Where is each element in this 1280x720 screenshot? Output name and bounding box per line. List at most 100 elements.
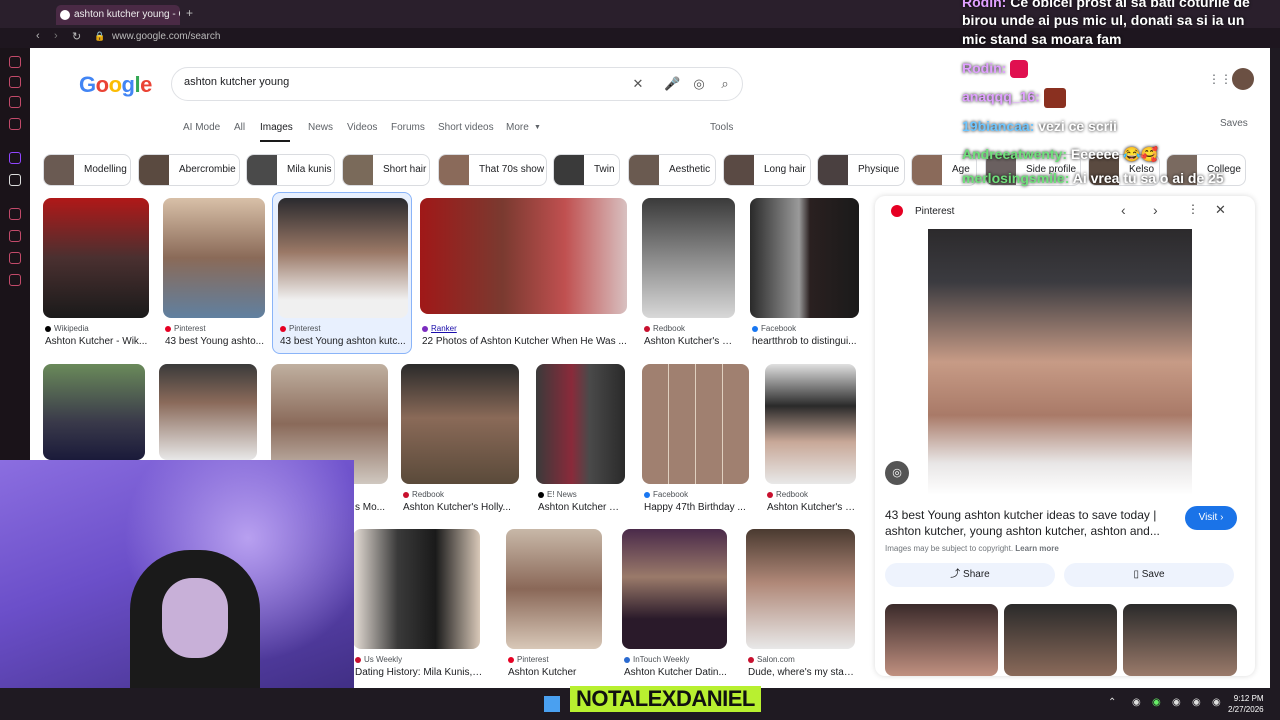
lens-icon[interactable]: ◎ [691,76,707,92]
result-thumbnail[interactable] [278,198,408,318]
discord-icon[interactable]: ◉ [1132,697,1141,708]
result-title[interactable]: Ashton Kutcher [508,667,602,678]
chip-mila-kunis[interactable]: Mila kunis [246,154,335,186]
result-title[interactable]: heartthrob to distingui... [752,336,859,347]
result-source: E! News [538,490,577,499]
network-icon[interactable]: ◉ [1152,697,1161,708]
chip-physique[interactable]: Physique [817,154,905,186]
chip-that-70s-show[interactable]: That 70s show [438,154,547,186]
related-image[interactable] [885,604,998,676]
chip-long-hair[interactable]: Long hair [723,154,811,186]
result-title[interactable]: 43 best Young ashto... [165,336,265,347]
extensions-icon[interactable] [9,252,21,264]
taskbar-clock[interactable]: 9:12 PM 2/27/2026 [1228,693,1264,715]
search-input[interactable] [184,76,604,88]
result-thumbnail[interactable] [420,198,627,314]
result-thumbnail[interactable] [163,198,265,318]
back-icon[interactable]: ‹ [36,30,40,42]
tab-short-videos[interactable]: Short videos [438,122,494,133]
x-icon[interactable] [9,174,21,186]
chip-label: Mila kunis [287,164,332,175]
more-options-icon[interactable]: ⋮ [1187,202,1199,216]
share-button[interactable]: ⤴ Share [885,563,1055,587]
chip-thumb [912,155,942,185]
tab-all[interactable]: All [234,122,245,133]
result-title[interactable]: Ashton Kutcher's H... [644,336,735,347]
learn-more-link[interactable]: Learn more [1015,544,1059,553]
result-thumbnail[interactable] [746,529,855,649]
tray-chevron-icon[interactable]: ⌃ [1108,697,1116,708]
forward-icon[interactable]: › [54,30,58,42]
result-thumbnail[interactable] [622,529,727,649]
history-icon[interactable] [9,56,21,68]
tab-forums[interactable]: Forums [391,122,425,133]
result-title[interactable]: 43 best Young ashton kutc... [280,336,408,347]
search-box[interactable]: ✕ 🎤 ◎ ⌕ [171,67,743,101]
result-thumbnail[interactable] [506,529,602,649]
aria-icon[interactable] [9,76,21,88]
tab-more[interactable]: More [506,122,529,133]
result-title[interactable]: Ashton Kutcher - Wik... [45,336,149,347]
chat-message: Andreeatwenty: Eeeeee 😂🥰 [962,146,1158,162]
result-title[interactable]: Ashton Kutcher's H... [767,502,856,513]
result-title[interactable]: Ashton Kutcher Datin... [624,667,727,678]
lens-search-icon[interactable]: ◎ [885,461,909,485]
result-thumbnail[interactable] [765,364,856,484]
google-logo[interactable]: Google [79,72,152,98]
clock-icon[interactable] [9,230,21,242]
result-title[interactable]: Dude, where's my star?... [748,667,855,678]
battery-icon[interactable]: ◉ [1212,697,1221,708]
chip-short-hair[interactable]: Short hair [342,154,430,186]
chip-abercrombie[interactable]: Abercrombie [138,154,240,186]
windows-start-icon[interactable] [544,696,560,712]
result-thumbnail[interactable] [43,198,149,318]
result-thumbnail[interactable] [642,364,749,484]
panel-source[interactable]: Pinterest [915,206,954,217]
result-thumbnail[interactable] [642,198,735,318]
microphone-tray-icon[interactable]: ◉ [1172,697,1181,708]
previous-icon[interactable]: ‹ [1121,202,1126,218]
microphone-icon[interactable]: 🎤 [664,76,680,92]
result-thumbnail[interactable] [159,364,257,460]
next-icon[interactable]: › [1153,202,1158,218]
preview-image[interactable] [928,229,1192,495]
result-thumbnail[interactable] [536,364,625,484]
settings-icon[interactable] [9,274,21,286]
music-icon[interactable] [9,118,21,130]
tab-images[interactable]: Images [260,122,293,133]
twitch-icon[interactable] [9,152,21,164]
related-image[interactable] [1004,604,1117,676]
result-title[interactable]: Ashton Kutcher Th... [538,502,625,513]
chip-modelling[interactable]: Modelling [43,154,131,186]
save-button[interactable]: ▯ Save [1064,563,1234,587]
result-title[interactable]: 22 Photos of Ashton Kutcher When He Was … [422,336,627,347]
result-thumbnail[interactable] [750,198,859,318]
related-image[interactable] [1123,604,1237,676]
browser-tab[interactable]: ashton kutcher young - Go [56,5,180,25]
search-icon[interactable]: ⌕ [717,76,733,92]
volume-icon[interactable]: ◉ [1192,697,1201,708]
result-title[interactable]: Dating History: Mila Kunis, D... [355,667,485,678]
preview-title[interactable]: 43 best Young ashton kutcher ideas to sa… [885,507,1175,539]
clear-icon[interactable]: ✕ [630,76,646,92]
chip-twin[interactable]: Twin [553,154,620,186]
player-icon[interactable] [9,208,21,220]
chip-aesthetic[interactable]: Aesthetic [628,154,716,186]
tools-button[interactable]: Tools [710,122,733,133]
tab-news[interactable]: News [308,122,333,133]
tab-videos[interactable]: Videos [347,122,377,133]
result-title[interactable]: Ashton Kutcher's Holly... [403,502,519,513]
result-thumbnail[interactable] [401,364,519,484]
result-title[interactable]: Happy 47th Birthday ... [644,502,749,513]
tab-ai-mode[interactable]: AI Mode [183,122,220,133]
result-thumbnail[interactable] [353,529,480,649]
close-icon[interactable]: ✕ [1215,202,1226,218]
reload-icon[interactable]: ↻ [72,30,81,43]
visit-button[interactable]: Visit › [1185,506,1237,530]
result-title[interactable]: s Mo... [355,502,395,513]
messenger-icon[interactable] [9,96,21,108]
new-tab-icon[interactable]: + [186,6,193,20]
url-field[interactable]: www.google.com/search [112,31,220,42]
result-thumbnail[interactable] [43,364,145,460]
streamer-face [162,578,228,658]
